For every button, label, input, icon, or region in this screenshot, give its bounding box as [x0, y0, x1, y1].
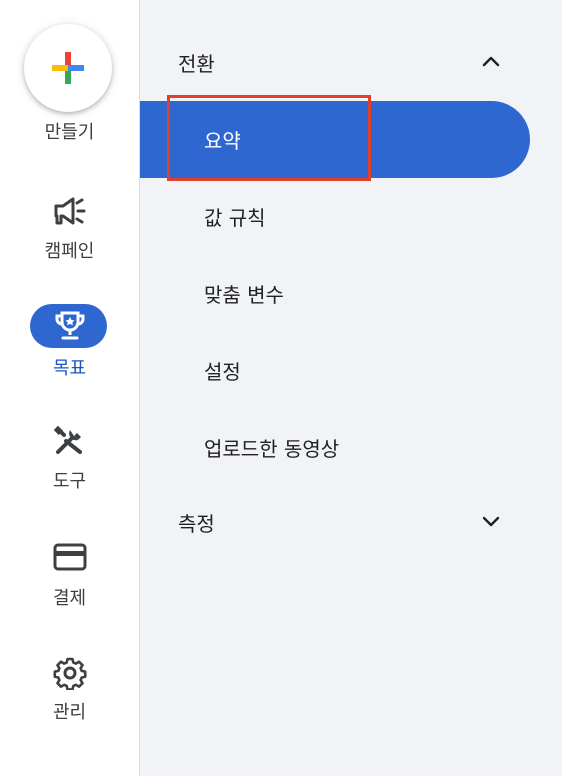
chevron-up-icon [482, 56, 500, 67]
goals-submenu: 전환 요약 값 규칙 맞춤 변수 설정 업로드한 동영상 측정 [140, 0, 562, 776]
rail-item-campaigns[interactable]: 캠페인 [0, 195, 139, 287]
rail-item-admin[interactable]: 관리 [0, 656, 139, 748]
rail-item-tools[interactable]: 도구 [0, 425, 139, 517]
menu-item-custom-variables[interactable]: 맞춤 변수 [140, 255, 530, 332]
menu-item-settings[interactable]: 설정 [140, 332, 530, 409]
left-nav-rail: 만들기 캠페인 목표 도구 결제 관리 [0, 0, 140, 776]
section-title: 전환 [178, 52, 215, 76]
trophy-icon [55, 311, 84, 340]
menu-item-value-rules[interactable]: 값 규칙 [140, 178, 530, 255]
highlight-box [167, 95, 371, 181]
rail-item-label: 도구 [52, 471, 87, 492]
app-page: 만들기 캠페인 목표 도구 결제 관리 전환 요약 값 규칙 맞춤 변수 설정 … [0, 0, 562, 776]
plus-icon [52, 52, 84, 84]
rail-item-label: 결제 [52, 588, 87, 609]
rail-item-label: 캠페인 [44, 241, 95, 262]
section-header-measurement[interactable]: 측정 [140, 494, 562, 550]
rail-item-label: 관리 [52, 702, 87, 723]
section-header-conversions[interactable]: 전환 [140, 34, 562, 90]
menu-item-summary[interactable]: 요약 [140, 95, 530, 181]
rail-item-goals[interactable]: 목표 [0, 304, 139, 396]
menu-item-label: 설정 [204, 360, 241, 384]
rail-item-label: 목표 [52, 358, 87, 379]
menu-item-label: 맞춤 변수 [204, 283, 284, 307]
gear-icon [53, 657, 86, 690]
section-title: 측정 [178, 512, 215, 536]
chevron-down-icon [482, 516, 500, 527]
create-label: 만들기 [44, 122, 95, 143]
credit-card-icon [53, 543, 86, 571]
create-button[interactable] [24, 24, 112, 112]
megaphone-icon [54, 197, 85, 225]
menu-item-label: 업로드한 동영상 [204, 437, 340, 461]
menu-item-label: 값 규칙 [204, 206, 266, 230]
menu-item-uploaded-videos[interactable]: 업로드한 동영상 [140, 409, 530, 486]
tools-icon [53, 425, 82, 454]
rail-item-billing[interactable]: 결제 [0, 542, 139, 634]
